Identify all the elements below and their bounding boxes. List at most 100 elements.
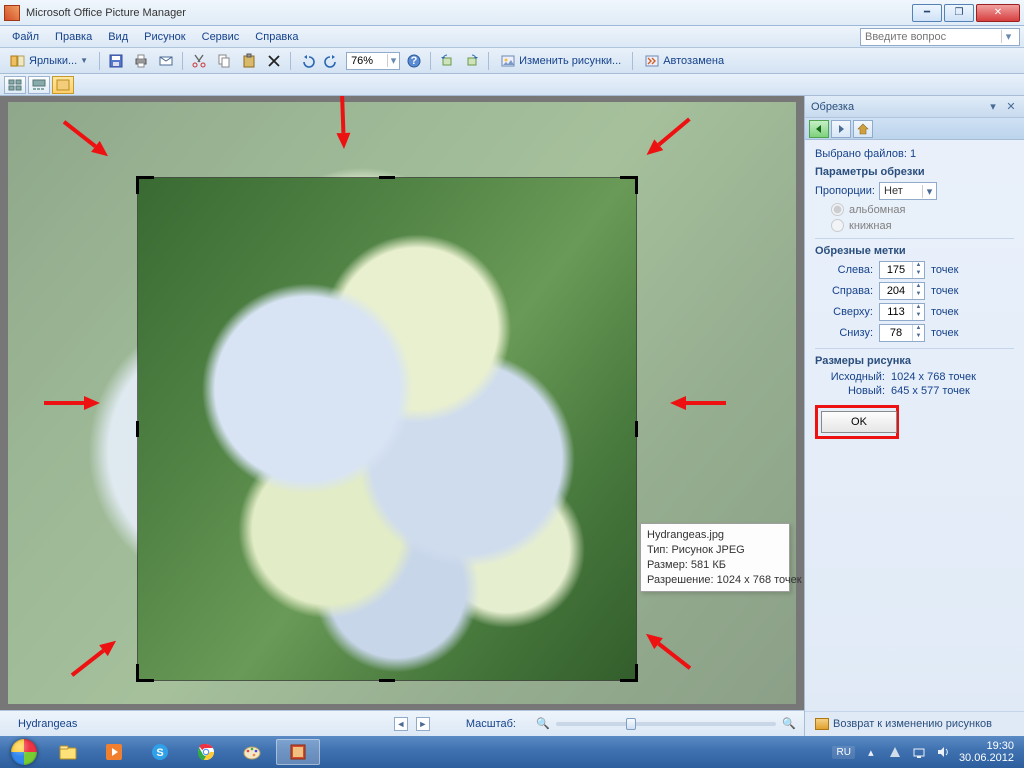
orientation-portrait-radio[interactable] — [831, 219, 844, 232]
orientation-landscape-radio[interactable] — [831, 203, 844, 216]
tray-volume-icon[interactable] — [935, 744, 951, 760]
crop-handle-top[interactable] — [379, 176, 395, 179]
crop-rectangle[interactable] — [138, 178, 636, 680]
crop-top-spinner[interactable]: ▲▼ — [879, 303, 925, 321]
menu-help[interactable]: Справка — [247, 29, 306, 45]
crop-top-input[interactable] — [880, 304, 912, 320]
panel-sect-params: Параметры обрезки — [815, 166, 1014, 178]
panel-home-button[interactable] — [853, 120, 873, 138]
taskbar-picture-manager[interactable] — [276, 739, 320, 765]
zoom-slider-thumb[interactable] — [626, 718, 636, 730]
edit-pictures-button[interactable]: Изменить рисунки... — [494, 50, 627, 72]
auto-correct-button[interactable]: Автозамена — [638, 50, 730, 72]
chevron-down-icon[interactable]: ▾ — [1001, 30, 1015, 43]
close-button[interactable]: ✕ — [976, 4, 1020, 22]
language-indicator[interactable]: RU — [832, 746, 854, 759]
crop-left-input[interactable] — [880, 262, 912, 278]
orientation-portrait[interactable]: книжная — [831, 219, 1014, 232]
view-single-button[interactable] — [52, 76, 74, 94]
tray-action-center-icon[interactable] — [887, 744, 903, 760]
crop-handle-br[interactable] — [620, 664, 638, 682]
crop-handle-bottom[interactable] — [379, 679, 395, 682]
panel-back-button[interactable] — [809, 120, 829, 138]
taskbar-paint[interactable] — [230, 739, 274, 765]
spin-down[interactable]: ▼ — [913, 312, 924, 320]
menu-view[interactable]: Вид — [100, 29, 136, 45]
help-button[interactable]: ? — [403, 50, 425, 72]
rotate-left-icon — [439, 53, 455, 69]
maximize-button[interactable]: ❐ — [944, 4, 974, 22]
canvas[interactable]: Hydrangeas.jpg Тип: Рисунок JPEG Размер:… — [0, 96, 804, 710]
chevron-down-icon[interactable]: ▾ — [387, 54, 399, 67]
taskbar-mediaplayer[interactable] — [92, 739, 136, 765]
shortcuts-button[interactable]: Ярлыки... ▼ — [4, 50, 94, 72]
zoom-in-button[interactable]: 🔍 — [782, 717, 796, 731]
crop-handle-left[interactable] — [136, 421, 139, 437]
crop-handle-tl[interactable] — [136, 176, 154, 194]
crop-handle-right[interactable] — [635, 421, 638, 437]
print-button[interactable] — [130, 50, 152, 72]
tray-network-icon[interactable] — [911, 744, 927, 760]
spin-down[interactable]: ▼ — [913, 270, 924, 278]
chevron-down-icon[interactable]: ▾ — [922, 185, 936, 198]
menu-edit[interactable]: Правка — [47, 29, 100, 45]
zoom-combo[interactable]: 76% ▾ — [346, 52, 400, 70]
view-mode-bar — [0, 74, 1024, 96]
crop-right-input[interactable] — [880, 283, 912, 299]
zoom-slider[interactable] — [556, 722, 776, 726]
orientation-landscape[interactable]: альбомная — [831, 203, 1014, 216]
taskbar-explorer[interactable] — [46, 739, 90, 765]
ok-button[interactable]: OK — [821, 411, 897, 433]
prev-image-button[interactable]: ◄ — [394, 717, 408, 731]
cut-button[interactable] — [188, 50, 210, 72]
arrow-left-icon — [813, 123, 825, 135]
panel-menu-button[interactable]: ▾ — [986, 100, 1000, 114]
view-filmstrip-button[interactable] — [28, 76, 50, 94]
redo-button[interactable] — [321, 50, 343, 72]
auto-correct-icon — [644, 53, 660, 69]
taskbar-skype[interactable]: S — [138, 739, 182, 765]
spin-down[interactable]: ▼ — [913, 291, 924, 299]
minimize-button[interactable]: ━ — [912, 4, 942, 22]
crop-right-label: Справа: — [815, 285, 873, 297]
annotation-arrow — [670, 396, 726, 410]
menu-file[interactable]: Файл — [4, 29, 47, 45]
crop-handle-bl[interactable] — [136, 664, 154, 682]
mail-button[interactable] — [155, 50, 177, 72]
tray-up-icon[interactable]: ▴ — [863, 744, 879, 760]
svg-text:?: ? — [411, 55, 418, 67]
ask-question-input[interactable] — [861, 31, 1001, 43]
crop-handle-tr[interactable] — [620, 176, 638, 194]
next-image-button[interactable]: ► — [416, 717, 430, 731]
back-to-edit-link[interactable]: Возврат к изменению рисунков — [815, 718, 992, 730]
panel-close-button[interactable]: ✕ — [1004, 100, 1018, 114]
ask-question-combo[interactable]: ▾ — [860, 28, 1020, 46]
proportions-combo[interactable]: Нет ▾ — [879, 182, 937, 200]
spin-up[interactable]: ▲ — [913, 283, 924, 291]
copy-button[interactable] — [213, 50, 235, 72]
tooltip-type: Тип: Рисунок JPEG — [647, 543, 783, 558]
panel-forward-button[interactable] — [831, 120, 851, 138]
crop-left-spinner[interactable]: ▲▼ — [879, 261, 925, 279]
spin-up[interactable]: ▲ — [913, 304, 924, 312]
paste-button[interactable] — [238, 50, 260, 72]
rotate-right-button[interactable] — [461, 50, 483, 72]
crop-bottom-spinner[interactable]: ▲▼ — [879, 324, 925, 342]
zoom-out-button[interactable]: 🔍 — [536, 717, 550, 731]
view-thumbnails-button[interactable] — [4, 76, 26, 94]
menu-picture[interactable]: Рисунок — [136, 29, 194, 45]
spin-down[interactable]: ▼ — [913, 333, 924, 341]
svg-text:S: S — [156, 747, 163, 759]
taskbar-chrome[interactable] — [184, 739, 228, 765]
delete-button[interactable] — [263, 50, 285, 72]
start-button[interactable] — [4, 738, 44, 766]
save-button[interactable] — [105, 50, 127, 72]
undo-button[interactable] — [296, 50, 318, 72]
tray-clock[interactable]: 19:30 30.06.2012 — [959, 740, 1014, 764]
crop-bottom-input[interactable] — [880, 325, 912, 341]
rotate-left-button[interactable] — [436, 50, 458, 72]
crop-right-spinner[interactable]: ▲▼ — [879, 282, 925, 300]
spin-up[interactable]: ▲ — [913, 325, 924, 333]
spin-up[interactable]: ▲ — [913, 262, 924, 270]
menu-service[interactable]: Сервис — [194, 29, 248, 45]
